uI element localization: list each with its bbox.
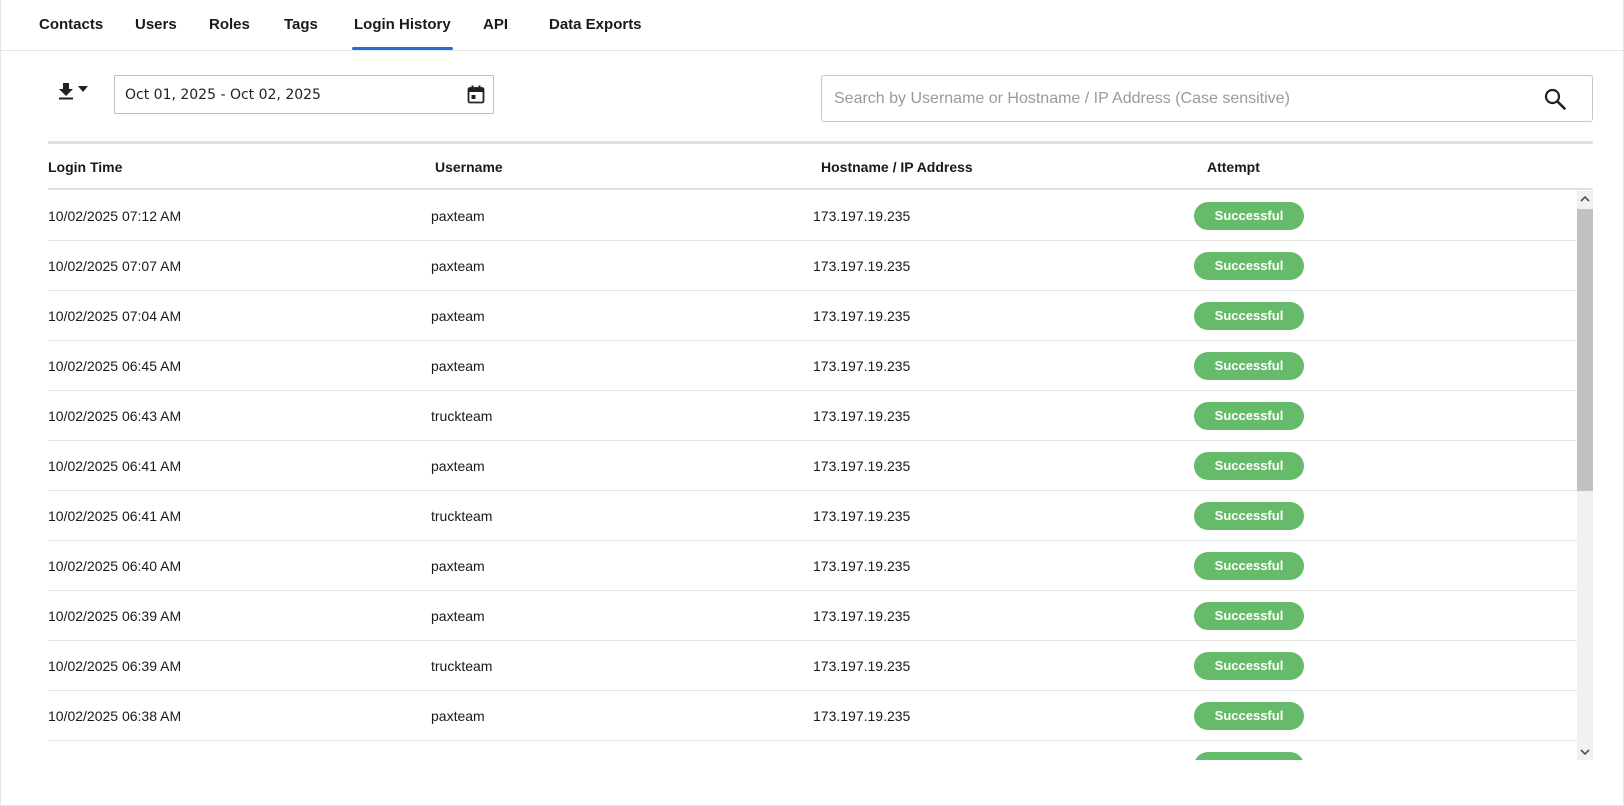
tab-bar: Contacts Users Roles Tags Login History …	[0, 0, 1624, 51]
username-cell: truckteam	[431, 508, 493, 524]
table-row[interactable]: 10/02/2025 06:40 AM paxteam 173.197.19.235…	[48, 541, 1578, 591]
table-header: Login Time Username Hostname / IP Addres…	[48, 144, 1593, 190]
column-header-attempt[interactable]: Attempt	[1207, 159, 1260, 175]
username-cell: truckteam	[431, 408, 493, 424]
hostname-cell: 173.197.19.235	[813, 408, 911, 424]
status-badge: Successful	[1194, 752, 1304, 760]
table-row[interactable]: 10/02/2025 06:39 AM paxteam 173.197.19.235…	[48, 591, 1578, 641]
hostname-cell: 173.197.19.235	[813, 358, 911, 374]
tab-login-history[interactable]: Login History	[352, 16, 453, 50]
username-cell: paxteam	[431, 608, 485, 624]
hostname-cell: 173.197.19.235	[813, 658, 911, 674]
table-row[interactable]: 10/02/2025 06:43 AM truckteam 173.197.19.2…	[48, 391, 1578, 441]
username-cell: paxteam	[431, 358, 485, 374]
column-header-username[interactable]: Username	[435, 159, 503, 175]
search-icon[interactable]	[1544, 88, 1566, 110]
table-row[interactable]: Successful	[48, 741, 1578, 760]
table-row[interactable]: 10/02/2025 06:41 AM truckteam 173.197.19.2…	[48, 491, 1578, 541]
username-cell: paxteam	[431, 708, 485, 724]
export-dropdown-button[interactable]	[56, 80, 90, 104]
date-range-picker[interactable]: Oct 01, 2025 - Oct 02, 2025	[114, 75, 494, 114]
search-input[interactable]	[834, 76, 1524, 121]
calendar-icon[interactable]	[467, 85, 485, 104]
status-badge: Successful	[1194, 302, 1304, 330]
hostname-cell: 173.197.19.235	[813, 508, 911, 524]
login-time-cell: 10/02/2025 06:39 AM	[48, 658, 182, 674]
column-header-hostname[interactable]: Hostname / IP Address	[821, 159, 973, 175]
login-time-cell: 10/02/2025 06:40 AM	[48, 558, 182, 574]
hostname-cell: 173.197.19.235	[813, 458, 911, 474]
username-cell: paxteam	[431, 558, 485, 574]
scrollbar-thumb[interactable]	[1577, 209, 1593, 491]
tab-users[interactable]: Users	[135, 16, 177, 33]
tab-roles[interactable]: Roles	[209, 16, 250, 33]
status-badge: Successful	[1194, 252, 1304, 280]
table-row[interactable]: 10/02/2025 07:04 AM paxteam 173.197.19.235…	[48, 291, 1578, 341]
status-badge: Successful	[1194, 352, 1304, 380]
login-time-cell: 10/02/2025 07:12 AM	[48, 208, 182, 224]
hostname-cell: 173.197.19.235	[813, 258, 911, 274]
login-time-cell: 10/02/2025 07:04 AM	[48, 308, 182, 324]
scroll-up-arrow-icon[interactable]	[1577, 191, 1593, 207]
login-time-cell: 10/02/2025 06:38 AM	[48, 708, 182, 724]
username-cell: paxteam	[431, 458, 485, 474]
table-row[interactable]: 10/02/2025 06:45 AM paxteam 173.197.19.235…	[48, 341, 1578, 391]
scroll-down-arrow-icon[interactable]	[1577, 744, 1593, 760]
status-badge: Successful	[1194, 502, 1304, 530]
date-range-value: Oct 01, 2025 - Oct 02, 2025	[125, 87, 321, 103]
login-time-cell: 10/02/2025 07:07 AM	[48, 258, 182, 274]
table-row[interactable]: 10/02/2025 06:41 AM paxteam 173.197.19.235…	[48, 441, 1578, 491]
status-badge: Successful	[1194, 552, 1304, 580]
username-cell: paxteam	[431, 308, 485, 324]
login-time-cell: 10/02/2025 06:41 AM	[48, 458, 182, 474]
status-badge: Successful	[1194, 702, 1304, 730]
search-box	[821, 75, 1593, 122]
status-badge: Successful	[1194, 202, 1304, 230]
status-badge: Successful	[1194, 402, 1304, 430]
hostname-cell: 173.197.19.235	[813, 208, 911, 224]
hostname-cell: 173.197.19.235	[813, 708, 911, 724]
table-row[interactable]: 10/02/2025 06:39 AM truckteam 173.197.19.2…	[48, 641, 1578, 691]
table-row[interactable]: 10/02/2025 07:07 AM paxteam 173.197.19.235…	[48, 241, 1578, 291]
caret-down-icon	[78, 86, 88, 92]
column-header-login-time[interactable]: Login Time	[48, 159, 122, 175]
table-row[interactable]: 10/02/2025 07:12 AM paxteam 173.197.19.235…	[48, 191, 1578, 241]
tab-api[interactable]: API	[483, 16, 508, 33]
status-badge: Successful	[1194, 602, 1304, 630]
username-cell: truckteam	[431, 658, 493, 674]
status-badge: Successful	[1194, 652, 1304, 680]
login-time-cell: 10/02/2025 06:45 AM	[48, 358, 182, 374]
table-body: 10/02/2025 07:12 AM paxteam 173.197.19.235…	[48, 191, 1578, 760]
download-icon	[59, 83, 73, 100]
username-cell: paxteam	[431, 208, 485, 224]
tab-contacts[interactable]: Contacts	[39, 16, 103, 33]
status-badge: Successful	[1194, 452, 1304, 480]
login-time-cell: 10/02/2025 06:41 AM	[48, 508, 182, 524]
username-cell: paxteam	[431, 258, 485, 274]
table-scrollbar[interactable]	[1577, 191, 1593, 760]
hostname-cell: 173.197.19.235	[813, 608, 911, 624]
login-time-cell: 10/02/2025 06:39 AM	[48, 608, 182, 624]
table-row[interactable]: 10/02/2025 06:38 AM paxteam 173.197.19.235…	[48, 691, 1578, 741]
hostname-cell: 173.197.19.235	[813, 558, 911, 574]
hostname-cell: 173.197.19.235	[813, 308, 911, 324]
tab-data-exports[interactable]: Data Exports	[549, 16, 642, 33]
tab-tags[interactable]: Tags	[284, 16, 318, 33]
login-time-cell: 10/02/2025 06:43 AM	[48, 408, 182, 424]
